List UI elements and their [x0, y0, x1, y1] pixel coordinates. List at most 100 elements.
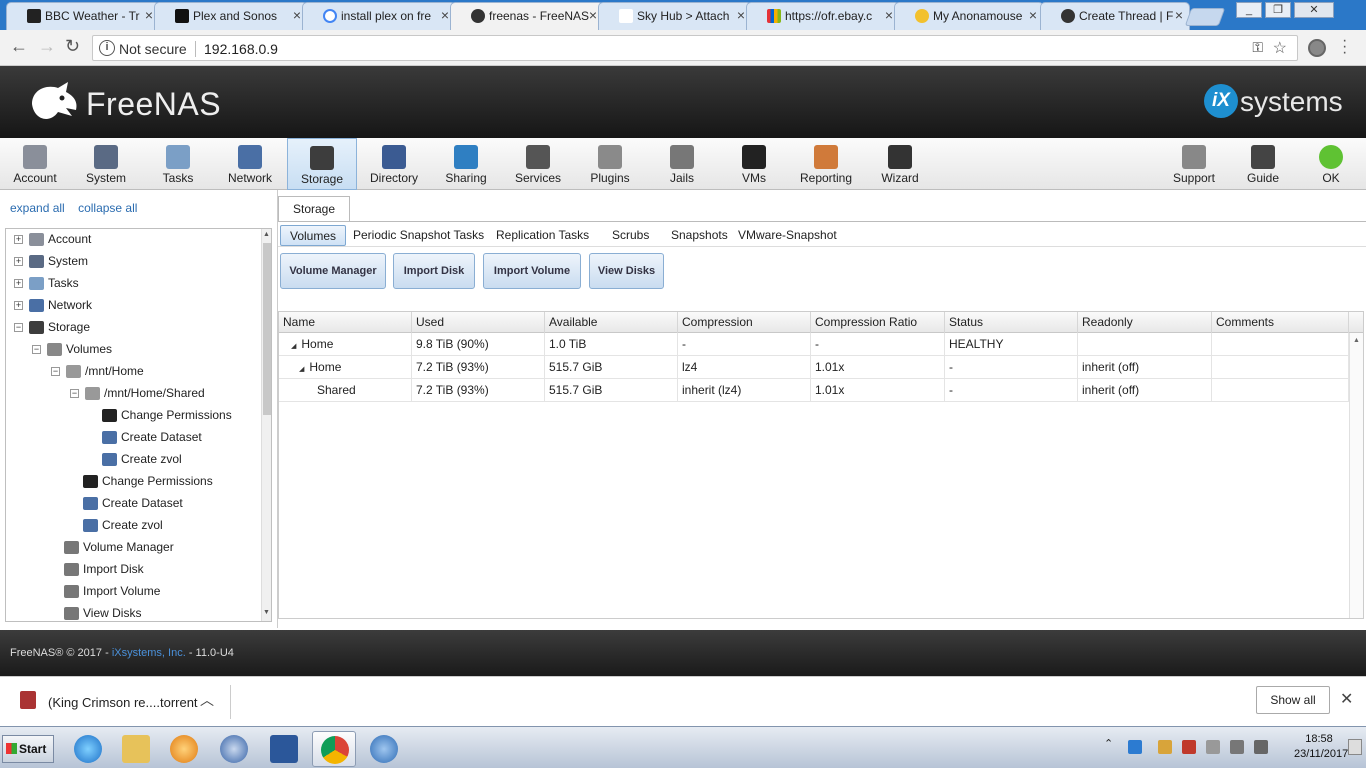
chrome-icon[interactable]	[312, 731, 356, 767]
close-tab-icon[interactable]: ×	[293, 7, 301, 23]
nav-guide[interactable]: Guide	[1228, 138, 1298, 190]
tree-item-view-disks[interactable]: View Disks	[64, 603, 141, 621]
nav-plugins[interactable]: Plugins	[575, 138, 645, 190]
collapse-all-link[interactable]: collapse all	[78, 201, 137, 215]
reload-icon[interactable]: ↻	[65, 36, 80, 57]
device-tray-icon[interactable]	[1206, 740, 1220, 754]
show-all-button[interactable]: Show all	[1256, 686, 1330, 714]
column-header-status[interactable]: Status	[945, 312, 1078, 333]
tree-item-mnt-home[interactable]: − /mnt/Home	[51, 361, 144, 381]
nav-storage[interactable]: Storage	[287, 138, 357, 190]
bookmark-star-icon[interactable]: ☆	[1273, 38, 1287, 58]
taskbar-clock[interactable]: 18:58 23/11/2017	[1294, 732, 1348, 762]
volume-tray-icon[interactable]	[1254, 740, 1268, 754]
close-tab-icon[interactable]: ×	[885, 7, 893, 23]
tree-item-network[interactable]: + Network	[14, 295, 92, 315]
forward-arrow-icon[interactable]: →	[38, 36, 56, 57]
tree-item-create-zvol[interactable]: Create zvol	[102, 449, 182, 469]
tree-item-change-permissions[interactable]: Change Permissions	[83, 471, 213, 491]
table-row[interactable]: ◢ Home 7.2 TiB (93%) 515.7 GiB lz4 1.01x - inhe…	[279, 356, 1349, 379]
media-player-icon[interactable]	[162, 731, 206, 767]
close-tab-icon[interactable]: ×	[441, 7, 449, 23]
nav-sharing[interactable]: Sharing	[431, 138, 501, 190]
tree-item-change-permissions[interactable]: Change Permissions	[102, 405, 232, 425]
key-icon[interactable]: ⚿	[1252, 39, 1263, 56]
tree-item-volumes[interactable]: − Volumes	[32, 339, 112, 359]
flag-tray-icon[interactable]	[1182, 740, 1196, 754]
import-disk-button[interactable]: Import Disk	[393, 253, 475, 289]
download-filename[interactable]: (King Crimson re....torrent	[48, 695, 198, 710]
nav-account[interactable]: Account	[0, 138, 70, 190]
volume-manager-button[interactable]: Volume Manager	[280, 253, 386, 289]
browser-menu-icon[interactable]: · · ·	[1342, 33, 1347, 61]
scroll-up-arrow-icon[interactable]: ▲	[1353, 337, 1360, 344]
table-row[interactable]: Shared 7.2 TiB (93%) 515.7 GiB inherit (lz4…	[279, 379, 1349, 402]
collapse-icon[interactable]: −	[51, 367, 60, 377]
column-header-available[interactable]: Available	[545, 312, 678, 333]
url-text[interactable]: 192.168.0.9	[204, 41, 278, 57]
tree-item-import-volume[interactable]: Import Volume	[64, 581, 160, 601]
tree-item-create-zvol[interactable]: Create zvol	[83, 515, 163, 535]
subtab-volumes[interactable]: Volumes	[280, 225, 347, 246]
tab-freenas[interactable]: freenas - FreeNAS ×	[450, 2, 604, 30]
close-tab-icon[interactable]: ×	[145, 7, 153, 23]
nav-jails[interactable]: Jails	[647, 138, 717, 190]
network-tray-icon[interactable]	[1128, 740, 1142, 754]
tree-item-mnt-home-shared[interactable]: − /mnt/Home/Shared	[70, 383, 205, 403]
tab-install-plex[interactable]: install plex on fre ×	[302, 2, 456, 30]
column-header-compression[interactable]: Compression	[678, 312, 811, 333]
tree-item-volume-manager[interactable]: Volume Manager	[64, 537, 174, 557]
expand-icon[interactable]: +	[14, 257, 23, 267]
close-tab-icon[interactable]: ×	[1029, 7, 1037, 23]
display-tray-icon[interactable]	[1230, 740, 1244, 754]
subtab-scrubs[interactable]: Scrubs	[604, 225, 657, 246]
scroll-down-arrow-icon[interactable]: ▼	[263, 609, 270, 616]
start-button[interactable]: Start	[2, 735, 54, 763]
close-tab-icon[interactable]: ×	[1175, 7, 1183, 23]
import-volume-button[interactable]: Import Volume	[483, 253, 581, 289]
tab-plex-sonos[interactable]: Plex and Sonos ×	[154, 2, 308, 30]
tab-create-thread[interactable]: Create Thread | F ×	[1040, 2, 1190, 30]
column-header-compression-ratio[interactable]: Compression Ratio	[811, 312, 945, 333]
collapse-icon[interactable]: −	[70, 389, 79, 399]
tab-sky-hub[interactable]: Sky Hub > Attach ×	[598, 2, 752, 30]
tab-storage[interactable]: Storage	[278, 196, 350, 222]
tree-scrollbar[interactable]: ▲ ▼	[261, 229, 271, 621]
info-icon[interactable]: i	[99, 40, 115, 56]
close-tab-icon[interactable]: ×	[589, 7, 597, 23]
column-header-comments[interactable]: Comments	[1212, 312, 1349, 333]
tab-ebay[interactable]: https://ofr.ebay.c ×	[746, 2, 900, 30]
nav-network[interactable]: Network	[215, 138, 285, 190]
expand-icon[interactable]: +	[14, 279, 23, 289]
show-desktop-button[interactable]	[1348, 739, 1362, 755]
expand-all-link[interactable]: expand all	[10, 201, 65, 215]
file-explorer-icon[interactable]	[114, 731, 158, 767]
scroll-up-arrow-icon[interactable]: ▲	[263, 231, 270, 238]
tree-item-account[interactable]: + Account	[14, 229, 91, 249]
expand-icon[interactable]: +	[14, 235, 23, 245]
nav-services[interactable]: Services	[503, 138, 573, 190]
subtab-periodic-snapshot-tasks[interactable]: Periodic Snapshot Tasks	[345, 225, 492, 246]
subtab-snapshots[interactable]: Snapshots	[663, 225, 736, 246]
nav-system[interactable]: System	[71, 138, 141, 190]
view-disks-button[interactable]: View Disks	[589, 253, 664, 289]
tree-item-system[interactable]: + System	[14, 251, 88, 271]
close-icon[interactable]: ✕	[1340, 689, 1353, 709]
column-header-readonly[interactable]: Readonly	[1078, 312, 1212, 333]
table-scrollbar[interactable]: ▲	[1349, 333, 1363, 618]
expand-triangle-icon[interactable]: ◢	[291, 343, 296, 350]
chevron-up-icon[interactable]: ︿	[200, 690, 214, 710]
security-label[interactable]: Not secure	[119, 41, 187, 57]
restore-button[interactable]: ❐	[1265, 2, 1291, 18]
address-bar[interactable]: i Not secure 192.168.0.9 ⚿ ☆	[92, 35, 1298, 61]
nav-reporting[interactable]: Reporting	[791, 138, 861, 190]
tree-item-create-dataset[interactable]: Create Dataset	[102, 427, 202, 447]
ixsystems-link[interactable]: iXsystems, Inc.	[112, 647, 186, 659]
nav-wizard[interactable]: Wizard	[865, 138, 935, 190]
torrent-file-icon[interactable]	[20, 691, 36, 709]
tab-bbc-weather[interactable]: BBC Weather - Tr ×	[6, 2, 160, 30]
tree-item-storage[interactable]: − Storage	[14, 317, 90, 337]
close-tab-icon[interactable]: ×	[737, 7, 745, 23]
expand-triangle-icon[interactable]: ◢	[299, 366, 304, 373]
column-header-name[interactable]: Name	[279, 312, 412, 333]
